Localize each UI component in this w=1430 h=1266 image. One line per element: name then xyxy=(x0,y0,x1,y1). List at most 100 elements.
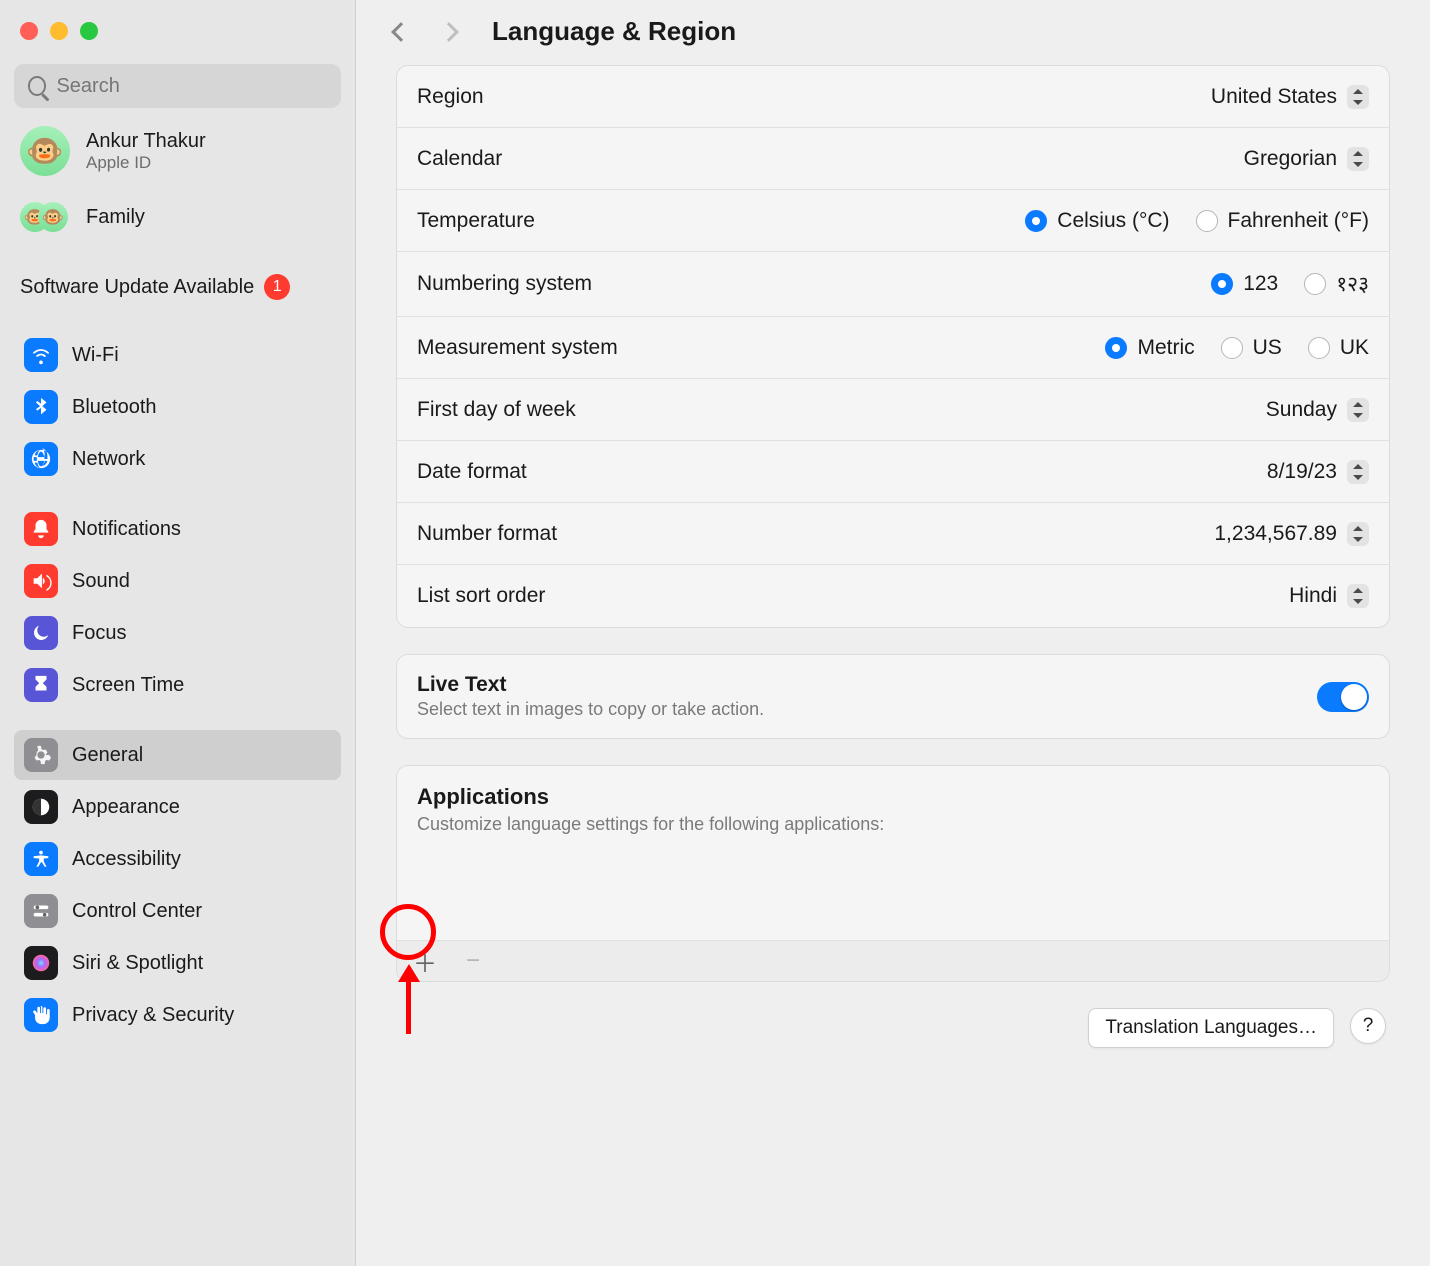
radio-icon xyxy=(1304,273,1326,295)
add-application-button[interactable]: ＋ xyxy=(411,947,439,975)
live-text-sub: Select text in images to copy or take ac… xyxy=(417,699,764,720)
popup-arrows-icon[interactable] xyxy=(1347,584,1369,608)
sound-icon xyxy=(24,564,58,598)
popup-arrows-icon[interactable] xyxy=(1347,85,1369,109)
sidebar-group-network: Wi-Fi Bluetooth Network xyxy=(14,330,341,484)
family-row[interactable]: 🐵🐵 Family xyxy=(14,188,341,246)
number-format-label: Number format xyxy=(417,522,557,546)
list-sort-value: Hindi xyxy=(1289,584,1337,608)
search-field[interactable] xyxy=(14,64,341,108)
sidebar-item-focus[interactable]: Focus xyxy=(14,608,341,658)
popup-arrows-icon[interactable] xyxy=(1347,147,1369,171)
sidebar-item-screen-time[interactable]: Screen Time xyxy=(14,660,341,710)
close-window-button[interactable] xyxy=(20,22,38,40)
temperature-option[interactable]: Celsius (°C) xyxy=(1025,209,1169,233)
radio-icon xyxy=(1196,210,1218,232)
search-input[interactable] xyxy=(56,75,327,98)
radio-icon xyxy=(1211,273,1233,295)
accessibility-icon xyxy=(24,842,58,876)
sidebar-item-label: Control Center xyxy=(72,900,202,923)
applications-sub: Customize language settings for the foll… xyxy=(397,814,1389,841)
measurement-label: Measurement system xyxy=(417,336,618,360)
date-format-label: Date format xyxy=(417,460,527,484)
applications-toolbar: ＋ − xyxy=(397,941,1389,981)
titlebar: Language & Region xyxy=(356,0,1430,65)
date-format-value: 8/19/23 xyxy=(1267,460,1337,484)
region-row[interactable]: Region United States xyxy=(397,66,1389,128)
apple-id-row[interactable]: 🐵 Ankur Thakur Apple ID xyxy=(14,116,341,180)
control-icon xyxy=(24,894,58,928)
help-button[interactable]: ? xyxy=(1350,1008,1386,1044)
radio-icon xyxy=(1308,337,1330,359)
sidebar: 🐵 Ankur Thakur Apple ID 🐵🐵 Family Softwa… xyxy=(0,0,355,1266)
measurement-option-label: Metric xyxy=(1137,336,1194,360)
software-update-row[interactable]: Software Update Available 1 xyxy=(14,254,341,310)
sidebar-item-appearance[interactable]: Appearance xyxy=(14,782,341,832)
maximize-window-button[interactable] xyxy=(80,22,98,40)
sidebar-item-sound[interactable]: Sound xyxy=(14,556,341,606)
sidebar-item-accessibility[interactable]: Accessibility xyxy=(14,834,341,884)
update-badge: 1 xyxy=(264,274,290,300)
applications-title: Applications xyxy=(397,766,1389,814)
back-button[interactable] xyxy=(386,17,416,47)
sidebar-item-control-center[interactable]: Control Center xyxy=(14,886,341,936)
first-day-value: Sunday xyxy=(1266,398,1337,422)
sidebar-item-privacy-security[interactable]: Privacy & Security xyxy=(14,990,341,1040)
first-day-label: First day of week xyxy=(417,398,576,422)
temperature-option-label: Fahrenheit (°F) xyxy=(1228,209,1369,233)
family-avatar: 🐵🐵 xyxy=(20,192,70,242)
bluetooth-icon xyxy=(24,390,58,424)
sidebar-group-system: GeneralAppearanceAccessibility Control Ce… xyxy=(14,730,341,1040)
popup-arrows-icon[interactable] xyxy=(1347,398,1369,422)
user-sub: Apple ID xyxy=(86,153,206,173)
first-day-row[interactable]: First day of week Sunday xyxy=(397,379,1389,441)
gear-icon xyxy=(24,738,58,772)
page-title: Language & Region xyxy=(492,16,736,47)
sidebar-item-label: Siri & Spotlight xyxy=(72,952,203,975)
sidebar-item-bluetooth[interactable]: Bluetooth xyxy=(14,382,341,432)
globe-icon xyxy=(24,442,58,476)
measurement-option[interactable]: Metric xyxy=(1105,336,1194,360)
numbering-option[interactable]: १२३ xyxy=(1304,270,1369,298)
chevron-right-icon xyxy=(439,22,459,42)
chevron-left-icon xyxy=(391,22,411,42)
live-text-toggle[interactable] xyxy=(1317,682,1369,712)
popup-arrows-icon[interactable] xyxy=(1347,522,1369,546)
measurement-option[interactable]: UK xyxy=(1308,336,1369,360)
calendar-row[interactable]: Calendar Gregorian xyxy=(397,128,1389,190)
temperature-row: Temperature Celsius (°C)Fahrenheit (°F) xyxy=(397,190,1389,252)
sidebar-item-label: Sound xyxy=(72,570,130,593)
user-name: Ankur Thakur xyxy=(86,130,206,153)
radio-icon xyxy=(1025,210,1047,232)
numbering-option-label: 123 xyxy=(1243,272,1278,296)
sidebar-item-siri-spotlight[interactable]: Siri & Spotlight xyxy=(14,938,341,988)
sidebar-item-label: Network xyxy=(72,448,145,471)
search-icon xyxy=(28,76,46,96)
translation-languages-button[interactable]: Translation Languages… xyxy=(1088,1008,1334,1048)
numbering-option[interactable]: 123 xyxy=(1211,272,1278,296)
sidebar-item-wi-fi[interactable]: Wi-Fi xyxy=(14,330,341,380)
live-text-title: Live Text xyxy=(417,673,764,697)
forward-button[interactable] xyxy=(434,17,464,47)
calendar-label: Calendar xyxy=(417,147,502,171)
sidebar-item-notifications[interactable]: Notifications xyxy=(14,504,341,554)
measurement-option-label: US xyxy=(1253,336,1282,360)
sidebar-group-alerts: Notifications Sound Focus Screen Time xyxy=(14,504,341,710)
applications-list xyxy=(397,841,1389,941)
siri-icon xyxy=(24,946,58,980)
popup-arrows-icon[interactable] xyxy=(1347,460,1369,484)
remove-application-button[interactable]: − xyxy=(459,947,487,975)
sidebar-item-label: Privacy & Security xyxy=(72,1004,234,1027)
calendar-value: Gregorian xyxy=(1244,147,1337,171)
sidebar-item-general[interactable]: General xyxy=(14,730,341,780)
number-format-row[interactable]: Number format 1,234,567.89 xyxy=(397,503,1389,565)
minimize-window-button[interactable] xyxy=(50,22,68,40)
temperature-option[interactable]: Fahrenheit (°F) xyxy=(1196,209,1369,233)
appearance-icon xyxy=(24,790,58,824)
list-sort-row[interactable]: List sort order Hindi xyxy=(397,565,1389,627)
date-format-row[interactable]: Date format 8/19/23 xyxy=(397,441,1389,503)
sidebar-item-network[interactable]: Network xyxy=(14,434,341,484)
measurement-option[interactable]: US xyxy=(1221,336,1282,360)
sidebar-item-label: Bluetooth xyxy=(72,396,157,419)
sidebar-item-label: Screen Time xyxy=(72,674,184,697)
